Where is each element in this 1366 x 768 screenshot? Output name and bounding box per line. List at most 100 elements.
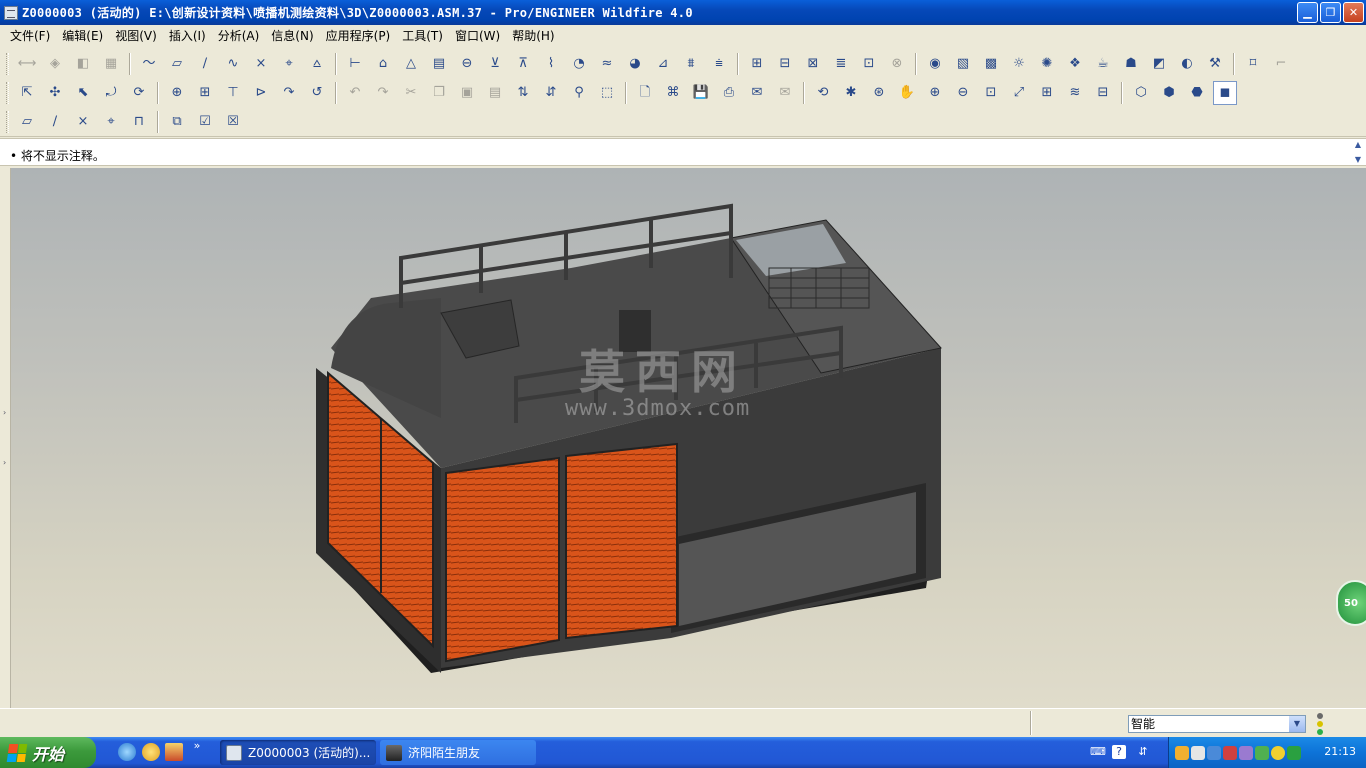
notes-button[interactable]: ⊻ [483,52,507,76]
menu-analysis[interactable]: 分析(A) [212,27,266,44]
program-button[interactable]: ⊗ [885,52,909,76]
spin-center-button[interactable]: ✱ [839,81,863,105]
qq-icon[interactable] [1175,745,1189,760]
zoom-out-button[interactable]: ⊖ [951,81,975,105]
toolbar-grip[interactable] [6,53,9,75]
analysis-feature-button[interactable]: ⩟ [305,52,329,76]
reflection-button[interactable]: ≈ [595,52,619,76]
family-table-button[interactable]: ⊡ [857,52,881,76]
menu-file[interactable]: 文件(F) [4,27,56,44]
no-hidden-button[interactable]: ⬣ [1185,81,1209,105]
move-button[interactable]: ⇱ [15,81,39,105]
datum-curve-button[interactable]: ∿ [221,52,245,76]
email-button[interactable]: ✉ [745,81,769,105]
clock[interactable]: 21:13 [1324,745,1356,758]
window-open-button[interactable]: ☑ [193,110,217,134]
regenerate-button[interactable]: ⇅ [511,81,535,105]
dimension-button[interactable]: ⊢ [343,52,367,76]
mirror-button[interactable]: ⟷ [15,52,39,76]
menu-help[interactable]: 帮助(H) [506,27,560,44]
quicklaunch-more-icon[interactable]: » [190,739,204,753]
sync-button[interactable]: ↺ [305,81,329,105]
restore-button[interactable]: ❐ [1320,2,1341,23]
shield-icon[interactable] [1287,745,1301,760]
trim-button[interactable]: ◧ [71,52,95,76]
sash-arrow-icon[interactable]: › [3,408,7,417]
media-icon[interactable] [165,743,183,761]
relations-button[interactable]: ⊠ [801,52,825,76]
update-icon[interactable] [1255,745,1269,760]
datum-axis-button[interactable]: ∕ [193,52,217,76]
copy-button[interactable]: ❐ [427,81,451,105]
menu-view[interactable]: 视图(V) [109,27,163,44]
light-button[interactable]: ☼ [1007,52,1031,76]
window-activate-button[interactable]: ⧉ [165,110,189,134]
zoom-in-button[interactable]: ⊕ [923,81,947,105]
create-part-button[interactable]: ⊞ [193,81,217,105]
render-button[interactable]: ❖ [1063,52,1087,76]
flex-button[interactable]: ↷ [277,81,301,105]
datum-planes-display-button[interactable]: ▱ [15,110,39,134]
email-link-button[interactable]: ✉ [773,81,797,105]
plus-icon[interactable] [1271,745,1285,760]
saved-views-button[interactable]: ⊞ [1035,81,1059,105]
paste-special-button[interactable]: ▤ [483,81,507,105]
orient-mode-button[interactable]: ⊛ [867,81,891,105]
new-button[interactable]: 🗋 [633,81,657,105]
datum-axes-display-button[interactable]: ∕ [43,110,67,134]
datum-plane-button[interactable]: ▱ [165,52,189,76]
keyboard-icon[interactable]: ⌨ [1090,745,1106,759]
paste-button[interactable]: ▣ [455,81,479,105]
teapot-button[interactable]: ☕ [1091,52,1115,76]
redo-button[interactable]: ↷ [371,81,395,105]
room-button[interactable]: ▩ [979,52,1003,76]
browser-icon[interactable] [118,743,136,761]
surface-finish-button[interactable]: ⊼ [511,52,535,76]
message-scrollbar[interactable]: ▲ ▼ [1352,140,1364,164]
save-button[interactable]: 💾 [689,81,713,105]
find-button[interactable]: ⚲ [567,81,591,105]
menu-info[interactable]: 信息(N) [265,27,319,44]
close-button[interactable]: ✕ [1343,2,1364,23]
balloon-button[interactable]: ⊖ [455,52,479,76]
deviation-button[interactable]: ⩧ [707,52,731,76]
minimize-button[interactable]: ▁ [1297,2,1318,23]
perspective-button[interactable]: ◐ [1175,52,1199,76]
toolbar-grip[interactable] [6,111,9,133]
navigator-sash[interactable]: › › [0,168,11,708]
ie-icon[interactable] [142,743,160,761]
window-close-button[interactable]: ☒ [221,110,245,134]
menu-edit[interactable]: 编辑(E) [56,27,109,44]
assemble-button[interactable]: ⊕ [165,81,189,105]
regen-manager-button[interactable]: ⇵ [539,81,563,105]
datum-curve-sketch-button[interactable]: 〜 [137,52,161,76]
curve-analysis-button[interactable]: ⌇ [539,52,563,76]
scroll-up-icon[interactable]: ▲ [1355,140,1361,149]
model-tree-button[interactable]: ⊞ [745,52,769,76]
proe-app-icon[interactable] [4,5,18,20]
shading-button[interactable]: ◼ [1213,81,1237,105]
selection-filter-select[interactable]: 智能 ▼ [1128,715,1306,733]
copy-geometry-button[interactable]: ⊤ [221,81,245,105]
task-chat[interactable]: 济阳陌生朋友 [380,740,536,765]
parameters-button[interactable]: ≣ [829,52,853,76]
undo-button[interactable]: ↶ [343,81,367,105]
annotation-off-button[interactable]: ⌐ [1269,52,1293,76]
csys-display-button[interactable]: ⌖ [99,110,123,134]
start-button[interactable]: 开始 [0,737,96,768]
menu-applications[interactable]: 应用程序(P) [320,27,397,44]
help-icon[interactable]: ? [1112,745,1126,759]
rotate-button[interactable]: ✣ [43,81,67,105]
annotation-on-button[interactable]: ⌑ [1241,52,1265,76]
regen-status-icon[interactable] [1315,713,1325,735]
cut-button[interactable]: ✂ [399,81,423,105]
appearance-button[interactable]: ◉ [923,52,947,76]
datum-target-button[interactable]: △ [399,52,423,76]
speed-badge[interactable]: 50 [1336,580,1366,626]
annotation-display-button[interactable]: ⊓ [127,110,151,134]
chevron-down-icon[interactable]: ▼ [1289,716,1305,732]
hidden-line-button[interactable]: ⬢ [1157,81,1181,105]
pattern-button[interactable]: ▦ [99,52,123,76]
merge-button[interactable]: ◈ [43,52,67,76]
datum-tag-button[interactable]: ⌂ [371,52,395,76]
